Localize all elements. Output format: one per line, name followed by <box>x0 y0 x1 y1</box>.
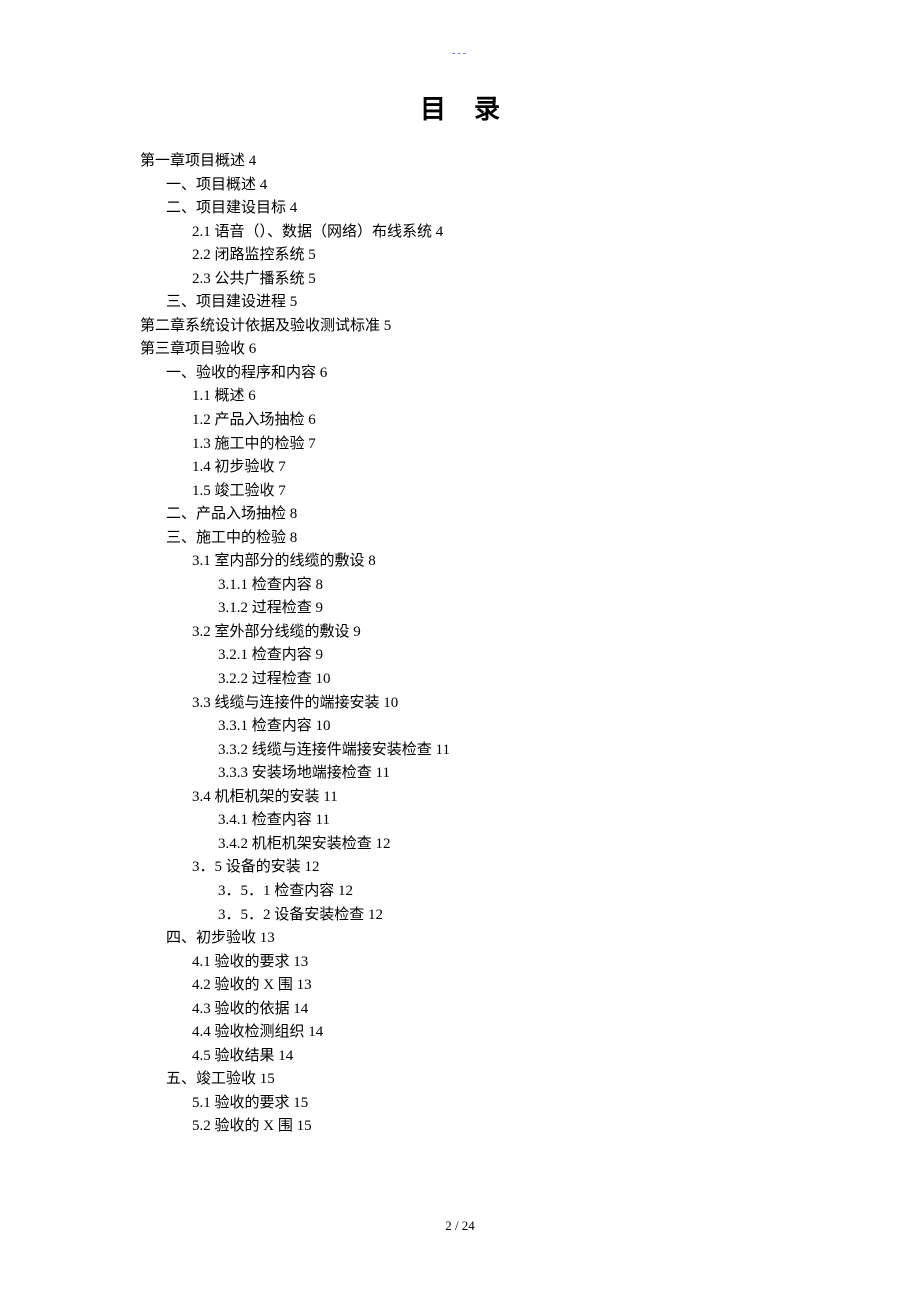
toc-container: 第一章项目概述 4一、项目概述 4二、项目建设目标 42.1 语音（）、数据（网… <box>140 150 780 1139</box>
toc-entry: 1.4 初步验收 7 <box>192 456 780 480</box>
toc-title: 目录 <box>140 89 780 126</box>
toc-entry: 2.1 语音（）、数据（网络）布线系统 4 <box>192 221 780 245</box>
toc-entry: 一、项目概述 4 <box>166 174 780 198</box>
toc-entry: 3.1.1 检查内容 8 <box>218 574 780 598</box>
toc-entry: 3．5 设备的安装 12 <box>192 856 780 880</box>
toc-entry: 4.1 验收的要求 13 <box>192 951 780 975</box>
page-footer: 2 / 24 <box>0 1218 920 1234</box>
header-marker: --- <box>140 48 780 59</box>
toc-entry: 2.3 公共广播系统 5 <box>192 268 780 292</box>
document-page: --- 目录 第一章项目概述 4一、项目概述 4二、项目建设目标 42.1 语音… <box>0 0 920 1139</box>
toc-entry: 四、初步验收 13 <box>166 927 780 951</box>
toc-entry: 3.3.2 线缆与连接件端接安装检查 11 <box>218 739 780 763</box>
toc-entry: 3.4.2 机柜机架安装检查 12 <box>218 833 780 857</box>
toc-entry: 5.1 验收的要求 15 <box>192 1092 780 1116</box>
toc-entry: 3.1.2 过程检查 9 <box>218 597 780 621</box>
toc-entry: 五、竣工验收 15 <box>166 1068 780 1092</box>
toc-entry: 4.4 验收检测组织 14 <box>192 1021 780 1045</box>
toc-entry: 3．5．1 检查内容 12 <box>218 880 780 904</box>
toc-entry: 3.1 室内部分的线缆的敷设 8 <box>192 550 780 574</box>
toc-entry: 3.2.1 检查内容 9 <box>218 644 780 668</box>
toc-entry: 二、产品入场抽检 8 <box>166 503 780 527</box>
toc-entry: 1.1 概述 6 <box>192 385 780 409</box>
toc-entry: 5.2 验收的 X 围 15 <box>192 1115 780 1139</box>
toc-entry: 三、项目建设进程 5 <box>166 291 780 315</box>
toc-entry: 第二章系统设计依据及验收测试标准 5 <box>140 315 780 339</box>
toc-entry: 第一章项目概述 4 <box>140 150 780 174</box>
toc-entry: 二、项目建设目标 4 <box>166 197 780 221</box>
toc-entry: 1.3 施工中的检验 7 <box>192 433 780 457</box>
toc-entry: 一、验收的程序和内容 6 <box>166 362 780 386</box>
toc-entry: 2.2 闭路监控系统 5 <box>192 244 780 268</box>
toc-entry: 第三章项目验收 6 <box>140 338 780 362</box>
toc-entry: 3.4.1 检查内容 11 <box>218 809 780 833</box>
toc-entry: 3.3.1 检查内容 10 <box>218 715 780 739</box>
toc-entry: 3．5．2 设备安装检查 12 <box>218 904 780 928</box>
toc-entry: 4.5 验收结果 14 <box>192 1045 780 1069</box>
toc-entry: 三、施工中的检验 8 <box>166 527 780 551</box>
toc-entry: 3.3 线缆与连接件的端接安装 10 <box>192 692 780 716</box>
toc-entry: 3.2.2 过程检查 10 <box>218 668 780 692</box>
toc-entry: 1.5 竣工验收 7 <box>192 480 780 504</box>
toc-entry: 1.2 产品入场抽检 6 <box>192 409 780 433</box>
toc-entry: 3.2 室外部分线缆的敷设 9 <box>192 621 780 645</box>
toc-entry: 4.3 验收的依据 14 <box>192 998 780 1022</box>
toc-entry: 3.3.3 安装场地端接检查 11 <box>218 762 780 786</box>
toc-entry: 4.2 验收的 X 围 13 <box>192 974 780 998</box>
toc-entry: 3.4 机柜机架的安装 11 <box>192 786 780 810</box>
